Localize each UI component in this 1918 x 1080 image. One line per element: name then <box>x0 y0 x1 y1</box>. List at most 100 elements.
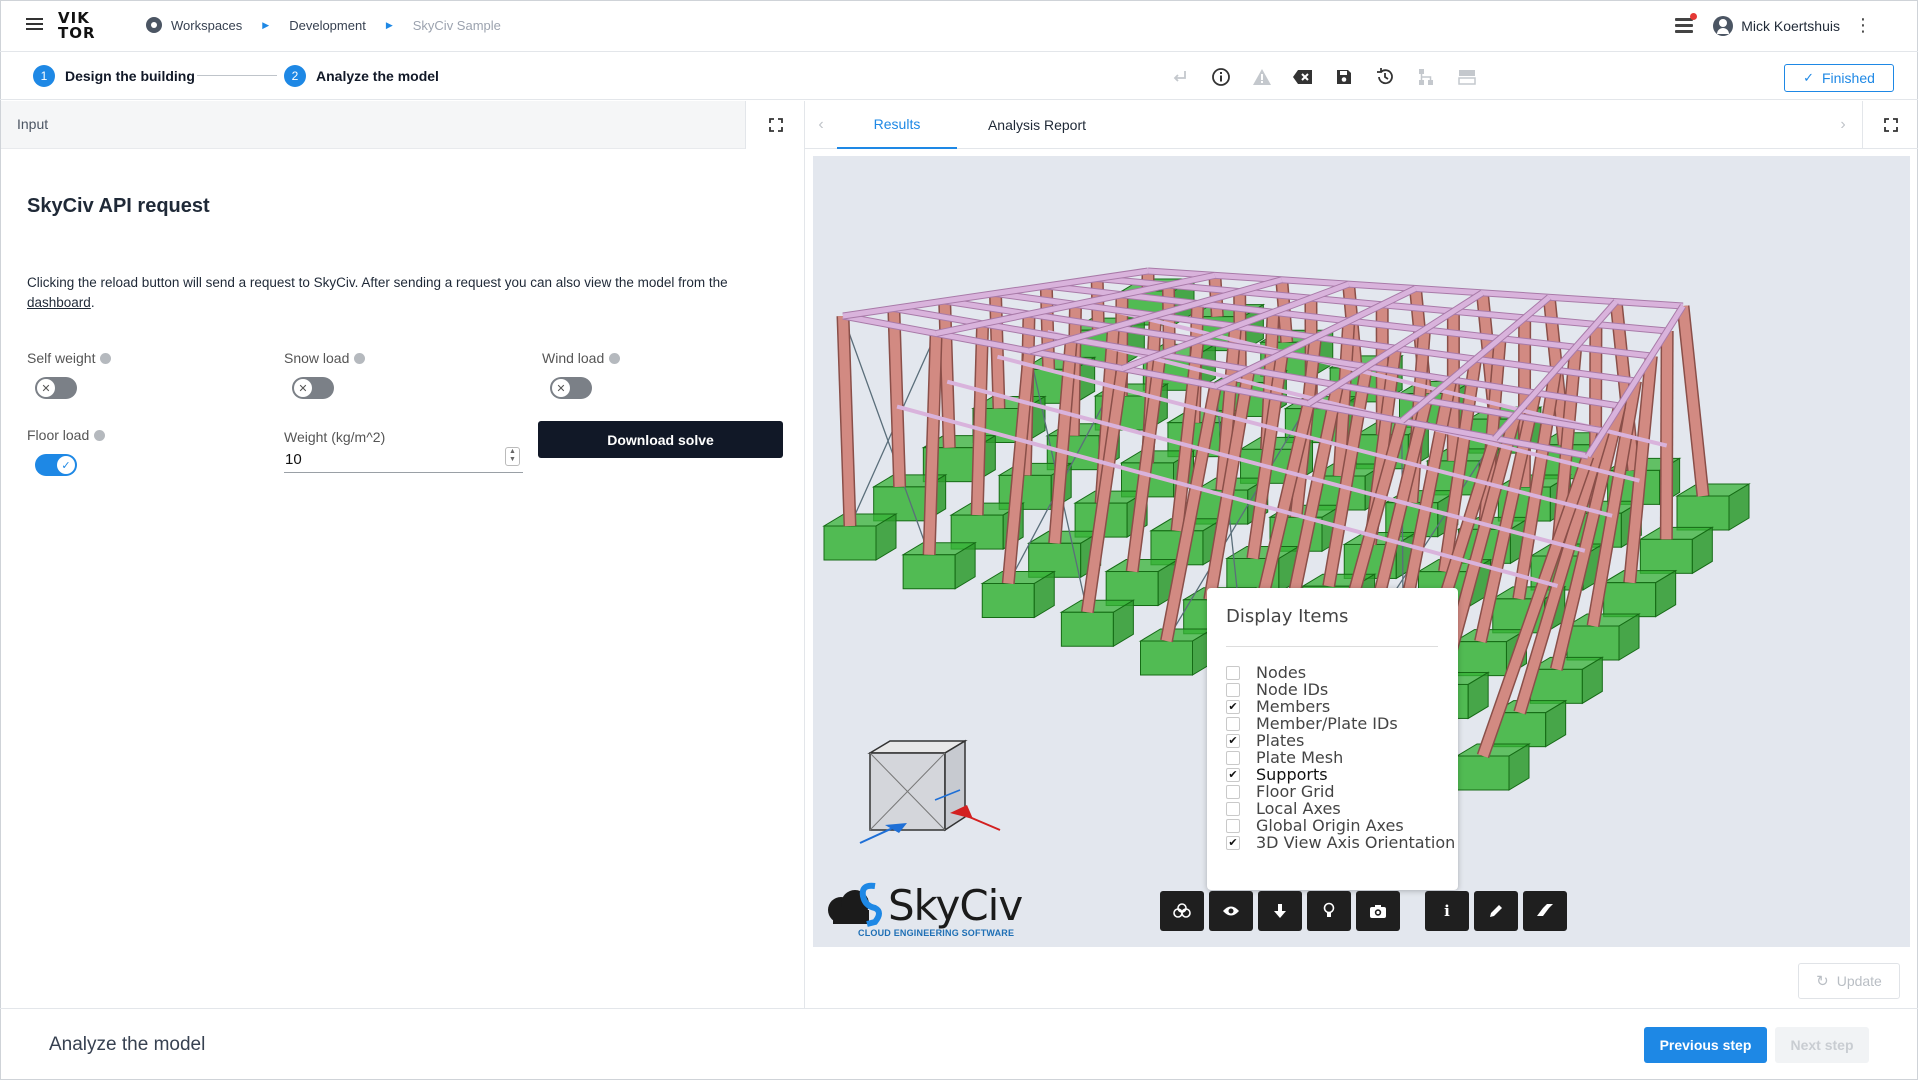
step-label: Analyze the model <box>316 68 439 84</box>
checkbox-icon[interactable] <box>1226 750 1240 765</box>
workspace-icon <box>146 17 162 33</box>
clear-icon[interactable] <box>1292 66 1314 88</box>
step-label: Design the building <box>65 68 195 84</box>
step-analyze-model[interactable]: 2 Analyze the model <box>284 65 439 87</box>
display-item[interactable]: ✔ 3D View Axis Orientation <box>1226 833 1455 852</box>
divider <box>1226 646 1438 647</box>
camera-icon[interactable] <box>1356 891 1400 931</box>
breadcrumb-current: SkyCiv Sample <box>412 17 501 33</box>
display-item[interactable]: Nodes <box>1226 663 1455 682</box>
refresh-icon: ↻ <box>1816 973 1829 990</box>
download-icon[interactable] <box>1258 891 1302 931</box>
bulb-icon[interactable] <box>1307 891 1351 931</box>
breadcrumb-development[interactable]: Development <box>289 18 366 33</box>
step-design-building[interactable]: 1 Design the building <box>33 65 195 87</box>
notifications-icon[interactable] <box>1675 12 1698 34</box>
output-tab-bar: ‹ Results Analysis Report › <box>805 101 1918 149</box>
eye-icon[interactable] <box>1209 891 1253 931</box>
input-panel-title: Input <box>17 116 49 132</box>
display-item[interactable]: Node IDs <box>1226 680 1455 699</box>
next-step-button[interactable]: Next step <box>1775 1027 1869 1063</box>
display-item[interactable]: Plate Mesh <box>1226 748 1455 767</box>
weight-input[interactable] <box>284 447 523 473</box>
chevron-left-icon[interactable]: ‹ <box>805 101 837 149</box>
info-icon[interactable] <box>609 352 621 364</box>
info-icon[interactable] <box>100 352 112 364</box>
wind-load-label: Wind load <box>542 350 621 366</box>
finished-button[interactable]: ✓ Finished <box>1784 64 1894 92</box>
panel-divider[interactable] <box>804 101 805 1008</box>
more-vert-icon[interactable]: ⋮ <box>1854 15 1872 36</box>
checkbox-checked-icon[interactable]: ✔ <box>1226 835 1240 850</box>
editor-toolbar <box>1150 66 1478 88</box>
display-item[interactable]: ✔ Supports <box>1226 765 1455 784</box>
info-icon[interactable] <box>94 429 106 441</box>
avatar[interactable] <box>1713 15 1734 36</box>
display-item[interactable]: ✔ Members <box>1226 697 1455 716</box>
download-solve-button[interactable]: Download solve <box>538 421 783 458</box>
support-block <box>823 525 877 561</box>
display-item[interactable]: Floor Grid <box>1226 782 1455 801</box>
display-item[interactable]: Local Axes <box>1226 799 1455 818</box>
display-item[interactable]: ✔ Plates <box>1226 731 1455 750</box>
checkbox-icon[interactable] <box>1226 801 1240 816</box>
column <box>939 300 955 448</box>
checkbox-checked-icon[interactable]: ✔ <box>1226 699 1240 714</box>
menu-icon[interactable] <box>26 18 43 32</box>
weight-label: Weight (kg/m^2) <box>284 429 386 445</box>
column <box>1661 330 1673 540</box>
checkbox-icon[interactable] <box>1226 716 1240 731</box>
previous-step-button[interactable]: Previous step <box>1644 1027 1767 1063</box>
support-block <box>1456 755 1510 791</box>
support-block <box>902 554 956 590</box>
step-number: 2 <box>284 65 306 87</box>
checkbox-checked-icon[interactable]: ✔ <box>1226 733 1240 748</box>
display-item[interactable]: Member/Plate IDs <box>1226 714 1455 733</box>
save-icon[interactable] <box>1333 66 1355 88</box>
fullscreen-icon[interactable] <box>745 101 805 149</box>
view-cube[interactable] <box>855 735 1005 855</box>
top-bar: VIK TOR Workspaces ▶ Development ▶ SkyCiv… <box>0 0 1918 52</box>
user-area: Mick Koertshuis ⋮ <box>1675 12 1872 36</box>
breadcrumb-workspaces[interactable]: Workspaces <box>171 18 242 33</box>
check-icon: ✓ <box>57 456 75 474</box>
support-block <box>981 583 1035 618</box>
enter-icon[interactable] <box>1169 66 1191 88</box>
history-icon[interactable] <box>1374 66 1396 88</box>
viktor-logo[interactable]: VIK TOR <box>58 11 96 41</box>
update-button[interactable]: ↻ Update <box>1798 963 1900 999</box>
eraser-icon[interactable] <box>1523 891 1567 931</box>
fullscreen-icon[interactable] <box>1862 101 1918 149</box>
support-block <box>1529 668 1583 704</box>
layout-icon[interactable] <box>1456 66 1478 88</box>
floor-load-label: Floor load <box>27 427 106 443</box>
info-icon[interactable]: i <box>1425 891 1469 931</box>
checkbox-icon[interactable] <box>1226 682 1240 697</box>
chevron-right-icon[interactable]: › <box>1827 101 1859 149</box>
info-icon[interactable] <box>1210 66 1232 88</box>
pencil-icon[interactable] <box>1474 891 1518 931</box>
user-name[interactable]: Mick Koertshuis <box>1741 18 1840 34</box>
dashboard-link[interactable]: dashboard <box>27 295 91 310</box>
floor-load-toggle[interactable]: ✓ <box>35 454 77 476</box>
skyciv-brand: SkyCiv <box>888 881 1023 930</box>
warning-icon[interactable] <box>1251 66 1273 88</box>
info-icon[interactable] <box>354 352 366 364</box>
display-item[interactable]: Global Origin Axes <box>1226 816 1455 835</box>
display-items-title: Display Items <box>1226 606 1349 627</box>
tab-results[interactable]: Results <box>837 101 957 149</box>
number-stepper-icon[interactable]: ▲ ▼ <box>505 447 520 466</box>
checkbox-checked-icon[interactable]: ✔ <box>1226 767 1240 782</box>
display-items-panel: Display Items Nodes Node IDs ✔ Members Membe… <box>1207 588 1458 890</box>
tab-analysis-report[interactable]: Analysis Report <box>957 101 1117 149</box>
checkbox-icon[interactable] <box>1226 818 1240 833</box>
hierarchy-icon[interactable] <box>1415 66 1437 88</box>
self-weight-toggle[interactable]: ✕ <box>35 377 77 399</box>
checkbox-icon[interactable] <box>1226 665 1240 680</box>
wind-load-toggle[interactable]: ✕ <box>550 377 592 399</box>
snow-load-toggle[interactable]: ✕ <box>292 377 334 399</box>
layers-icon[interactable] <box>1160 891 1204 931</box>
self-weight-label: Self weight <box>27 350 112 366</box>
check-icon: ✓ <box>1803 70 1814 85</box>
checkbox-icon[interactable] <box>1226 784 1240 799</box>
